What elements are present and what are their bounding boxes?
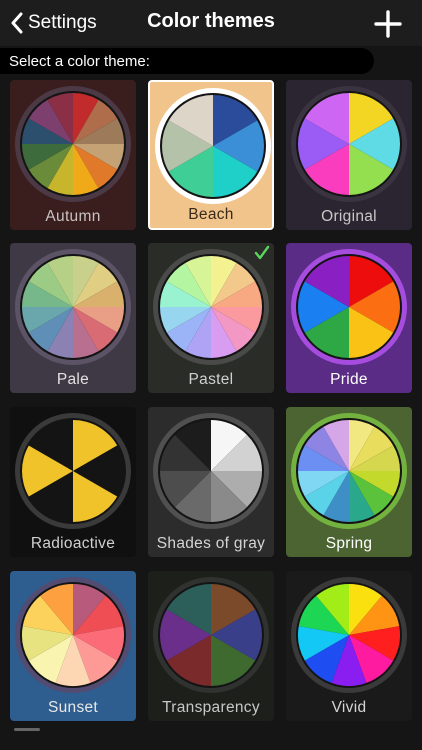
color-wheel-icon xyxy=(291,86,407,202)
theme-tile-sunset[interactable]: Sunset xyxy=(10,571,136,721)
theme-tile-vivid[interactable]: Vivid xyxy=(286,571,412,721)
color-wheel-icon xyxy=(153,577,269,693)
theme-label: Vivid xyxy=(331,699,367,716)
theme-tile-shades-of-gray[interactable]: Shades of gray xyxy=(148,407,274,557)
color-wheel-icon xyxy=(291,249,407,365)
checkmark-icon xyxy=(254,245,270,260)
theme-tile-pride[interactable]: Pride xyxy=(286,243,412,393)
color-wheel-icon xyxy=(15,577,131,693)
theme-label: Transparency xyxy=(162,699,260,716)
theme-tile-autumn[interactable]: Autumn xyxy=(10,80,136,230)
theme-tile-radioactive[interactable]: Radioactive xyxy=(10,407,136,557)
color-wheel-icon xyxy=(15,413,131,529)
theme-label: Beach xyxy=(188,206,234,223)
theme-tile-original[interactable]: Original xyxy=(286,80,412,230)
theme-tile-pastel[interactable]: Pastel xyxy=(148,243,274,393)
theme-tile-transparency[interactable]: Transparency xyxy=(148,571,274,721)
theme-label: Pale xyxy=(56,371,90,388)
theme-grid: Autumn Beach Original Pale Pastel Pride Radioa… xyxy=(0,78,422,750)
color-wheel-icon xyxy=(153,249,269,365)
theme-label: Pride xyxy=(330,371,368,388)
back-button[interactable]: Settings xyxy=(10,10,97,36)
home-indicator xyxy=(14,728,40,731)
color-wheel-icon xyxy=(153,413,269,529)
theme-label: Original xyxy=(321,208,377,225)
theme-tile-pale[interactable]: Pale xyxy=(10,243,136,393)
theme-label: Radioactive xyxy=(30,535,116,552)
theme-tile-spring[interactable]: Spring xyxy=(286,407,412,557)
subheader-text: Select a color theme: xyxy=(9,53,150,70)
theme-tile-beach[interactable]: Beach xyxy=(148,80,274,230)
navigation-bar: Settings Color themes xyxy=(0,0,422,46)
color-wheel-icon xyxy=(15,249,131,365)
chevron-left-icon xyxy=(11,12,23,34)
theme-label: Pastel xyxy=(188,371,234,388)
theme-label: Shades of gray xyxy=(156,535,266,552)
theme-label: Autumn xyxy=(45,208,101,225)
color-wheel-icon xyxy=(155,88,271,204)
color-wheel-icon xyxy=(291,413,407,529)
add-icon[interactable] xyxy=(372,8,404,40)
back-button-label: Settings xyxy=(28,12,97,33)
color-wheel-icon xyxy=(291,577,407,693)
color-wheel-icon xyxy=(15,86,131,202)
theme-label: Sunset xyxy=(47,699,99,716)
subheader: Select a color theme: xyxy=(0,48,374,74)
theme-label: Spring xyxy=(325,535,373,552)
